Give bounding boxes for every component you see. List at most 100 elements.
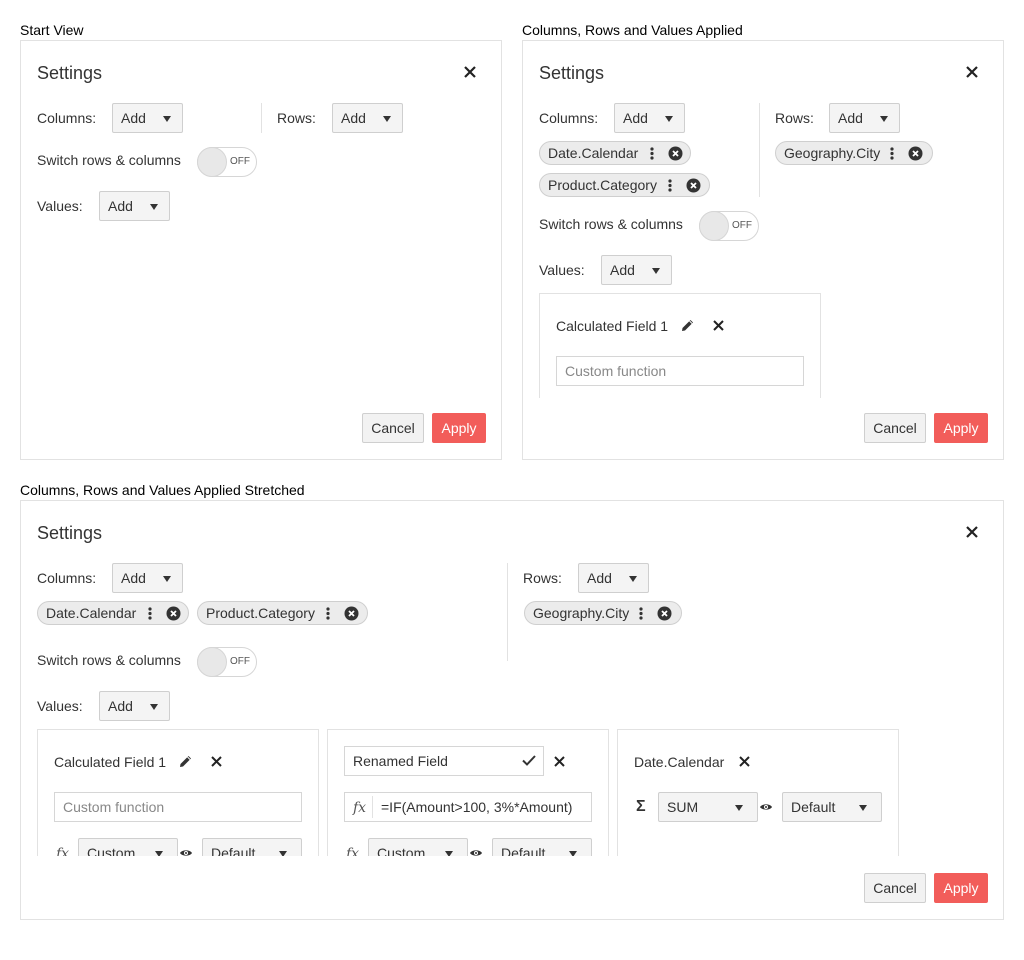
chip-label: Date.Calendar	[548, 145, 639, 161]
close-icon[interactable]	[713, 320, 724, 331]
values-label: Values:	[37, 198, 83, 214]
rows-add-dropdown[interactable]: Add	[829, 103, 900, 133]
more-vertical-icon[interactable]	[668, 179, 672, 192]
aggregation-dropdown[interactable]: Custom	[78, 838, 178, 856]
column-chip-date-calendar[interactable]: Date.Calendar	[37, 601, 189, 625]
custom-function-placeholder: Custom function	[565, 363, 667, 379]
divider	[759, 103, 760, 197]
panel-title: Settings	[37, 523, 103, 543]
dropdown-value: Default	[791, 799, 836, 815]
more-vertical-icon[interactable]	[326, 607, 330, 620]
chevron-down-icon	[735, 805, 743, 811]
row-chip-geography-city[interactable]: Geography.City	[524, 601, 682, 625]
eye-icon[interactable]	[759, 802, 773, 812]
chevron-down-icon	[163, 576, 171, 582]
chevron-down-icon	[150, 704, 158, 710]
settings-panel-start: Settings Columns: Add Rows: Add Switch r…	[20, 40, 502, 460]
dropdown-value: Add	[623, 110, 648, 126]
aggregation-dropdown[interactable]: SUM	[658, 792, 758, 822]
toggle-knob	[197, 147, 227, 177]
dropdown-value: Add	[838, 110, 863, 126]
remove-circle-icon[interactable]	[344, 606, 359, 621]
rows-label: Rows:	[775, 110, 814, 126]
field-name-value: Renamed Field	[353, 753, 448, 769]
more-vertical-icon[interactable]	[650, 147, 654, 160]
function-icon: fx	[56, 846, 70, 856]
dropdown-value: Custom	[87, 845, 136, 856]
remove-circle-icon[interactable]	[668, 146, 683, 161]
close-icon[interactable]	[211, 756, 222, 767]
rows-add-dropdown[interactable]: Add	[578, 563, 649, 593]
display-format-dropdown[interactable]: Default	[202, 838, 302, 856]
divider	[372, 796, 373, 818]
chevron-down-icon	[859, 805, 867, 811]
columns-add-dropdown[interactable]: Add	[112, 563, 183, 593]
chevron-down-icon	[665, 116, 673, 122]
more-vertical-icon[interactable]	[639, 607, 643, 620]
aggregation-dropdown[interactable]: Custom	[368, 838, 468, 856]
switch-rows-columns-toggle[interactable]: OFF	[197, 647, 257, 677]
values-add-dropdown[interactable]: Add	[601, 255, 672, 285]
remove-circle-icon[interactable]	[908, 146, 923, 161]
chevron-down-icon	[163, 116, 171, 122]
close-icon[interactable]	[464, 66, 478, 80]
checkmark-icon[interactable]	[522, 755, 536, 766]
dropdown-value: Add	[108, 198, 133, 214]
rows-add-dropdown[interactable]: Add	[332, 103, 403, 133]
display-format-dropdown[interactable]: Default	[782, 792, 882, 822]
columns-add-dropdown[interactable]: Add	[112, 103, 183, 133]
custom-function-input[interactable]: Custom function	[556, 356, 804, 386]
function-icon: fx	[346, 846, 360, 856]
edit-pencil-icon[interactable]	[178, 754, 193, 769]
divider	[261, 103, 262, 133]
close-icon[interactable]	[739, 756, 750, 767]
display-format-dropdown[interactable]: Default	[492, 838, 592, 856]
columns-add-dropdown[interactable]: Add	[614, 103, 685, 133]
chevron-down-icon	[383, 116, 391, 122]
more-vertical-icon[interactable]	[890, 147, 894, 160]
close-icon[interactable]	[966, 66, 980, 80]
switch-rows-columns-toggle[interactable]: OFF	[197, 147, 257, 177]
cancel-button[interactable]: Cancel	[864, 413, 926, 443]
column-chip-product-category[interactable]: Product.Category	[197, 601, 368, 625]
eye-icon[interactable]	[179, 848, 193, 856]
columns-label: Columns:	[539, 110, 599, 126]
divider	[507, 563, 508, 661]
dropdown-value: Add	[587, 570, 612, 586]
chevron-down-icon	[279, 851, 287, 856]
dropdown-value: Add	[610, 262, 635, 278]
close-icon[interactable]	[554, 756, 565, 767]
remove-circle-icon[interactable]	[686, 178, 701, 193]
apply-button[interactable]: Apply	[432, 413, 486, 443]
apply-button[interactable]: Apply	[934, 413, 988, 443]
settings-panel-stretched: Settings Columns: Add Date.Calendar Prod…	[20, 500, 1004, 920]
custom-function-input[interactable]: Custom function	[54, 792, 302, 822]
dropdown-value: SUM	[667, 799, 699, 815]
switch-label: Switch rows & columns	[37, 652, 181, 668]
chip-label: Geography.City	[784, 145, 881, 161]
values-add-dropdown[interactable]: Add	[99, 191, 170, 221]
field-name-input[interactable]: Renamed Field	[344, 746, 544, 776]
chip-label: Date.Calendar	[46, 605, 137, 621]
rows-label: Rows:	[523, 570, 562, 586]
sigma-icon: Σ	[636, 798, 646, 815]
switch-rows-columns-toggle[interactable]: OFF	[699, 211, 759, 241]
formula-input[interactable]: =IF(Amount>100, 3%*Amount)	[344, 792, 592, 822]
cancel-button[interactable]: Cancel	[864, 873, 926, 903]
row-chip-geography-city[interactable]: Geography.City	[775, 141, 933, 165]
apply-button[interactable]: Apply	[934, 873, 988, 903]
values-add-dropdown[interactable]: Add	[99, 691, 170, 721]
column-chip-date-calendar[interactable]: Date.Calendar	[539, 141, 691, 165]
remove-circle-icon[interactable]	[657, 606, 672, 621]
more-vertical-icon[interactable]	[148, 607, 152, 620]
remove-circle-icon[interactable]	[166, 606, 181, 621]
column-chip-product-category[interactable]: Product.Category	[539, 173, 710, 197]
chevron-down-icon	[445, 851, 453, 856]
eye-icon[interactable]	[469, 848, 483, 856]
columns-label: Columns:	[37, 110, 97, 126]
dropdown-value: Custom	[377, 845, 426, 856]
close-icon[interactable]	[966, 526, 980, 540]
edit-pencil-icon[interactable]	[680, 318, 695, 333]
cancel-button[interactable]: Cancel	[362, 413, 424, 443]
chevron-down-icon	[629, 576, 637, 582]
